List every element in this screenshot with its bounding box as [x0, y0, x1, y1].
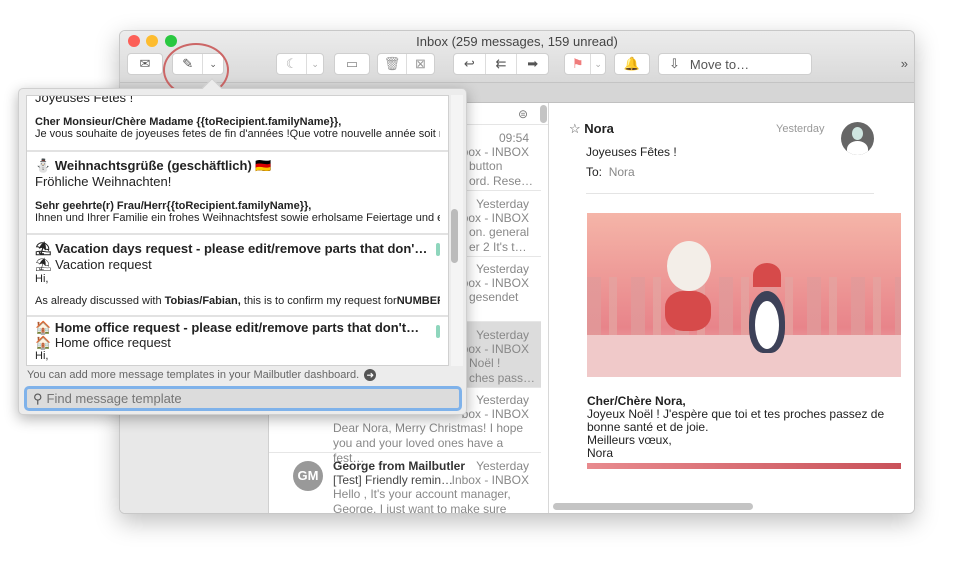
list-scrollbar[interactable]	[540, 105, 547, 123]
divider	[586, 193, 874, 194]
message-preview-text: Hello , It's your account manager, Georg…	[333, 486, 511, 514]
arrow-right-circle-icon[interactable]: ➜	[364, 369, 377, 381]
message-mailbox: box - INBOX	[461, 407, 529, 421]
template-item[interactable]: ⛱ Vacation days request - please edit/re…	[27, 235, 448, 317]
message-preview: ☆ Nora Yesterday Joyeuses Fêtes ! To: No…	[551, 103, 914, 513]
message-time: Yesterday	[476, 393, 529, 407]
holiday-illustration	[587, 213, 901, 377]
star-icon[interactable]: ☆	[569, 121, 584, 136]
template-search-input[interactable]	[46, 391, 437, 406]
template-item[interactable]: Joyeuses Fetes ! Cher Monsieur/Chère Mad…	[27, 96, 448, 152]
message-preview-text: Noël ! ches pass…	[469, 355, 536, 385]
filter-icon[interactable]: ⊜	[518, 107, 528, 121]
move-icon: ⇩	[669, 56, 680, 71]
window-title: Inbox (259 messages, 159 unread)	[416, 34, 618, 49]
message-subject: [Test] Friendly remin…	[333, 472, 454, 487]
flag-icon: ⚑	[571, 56, 584, 71]
recipient-line: To: Nora	[586, 165, 635, 179]
reply-group: ↩ ⇇ ➡	[453, 53, 549, 75]
forward-icon[interactable]: ➡	[517, 54, 548, 74]
template-scrollbar[interactable]	[451, 209, 458, 263]
get-mail-button[interactable]: ✉	[127, 53, 163, 75]
bell-icon: 🔔	[623, 56, 641, 71]
template-body: As already discussed with Tobias/Fabian,…	[35, 295, 440, 307]
notify-button[interactable]: 🔔	[614, 53, 650, 75]
message-time: Yesterday	[476, 262, 529, 276]
templates-footer: You can add more message templates in yo…	[27, 369, 377, 381]
house-icon: 🏠	[35, 320, 52, 335]
move-to-button[interactable]: ⇩ Move to…	[658, 53, 812, 75]
sender-avatar	[841, 122, 874, 155]
message-mailbox: box - INBOX	[461, 145, 529, 159]
archive-icon: ▭	[345, 56, 359, 71]
trash-icon: 🗑	[383, 56, 401, 71]
message-preview-text: on. general er 2 It's t…	[469, 224, 530, 254]
template-marker	[436, 325, 440, 338]
delete-button[interactable]: 🗑 ⊠	[377, 53, 435, 75]
message-time: Yesterday	[476, 327, 529, 342]
archive-button[interactable]: ▭	[334, 53, 370, 75]
chevron-down-icon: ⌄	[594, 58, 602, 69]
template-marker	[436, 243, 440, 256]
flag-button[interactable]: ⚑ ⌄	[564, 53, 606, 75]
snooze-button[interactable]: ☾ ⌄	[276, 53, 324, 75]
snowman-icon: ⛄	[35, 158, 52, 173]
message-time: Yesterday	[476, 196, 529, 211]
message-mailbox: box - INBOX	[461, 341, 529, 356]
template-item[interactable]: ⛄ Weihnachtsgrüße (geschäftlich) 🇩🇪 Fröh…	[27, 152, 448, 235]
toolbar-overflow-button[interactable]: »	[901, 56, 908, 71]
message-preview-text: gesendet	[469, 290, 519, 304]
message-body: Cher/Chère Nora, Joyeux Noël ! J'espère …	[587, 394, 885, 460]
sender-line: ☆ Nora	[569, 121, 614, 136]
message-sender: George from Mailbutler	[333, 458, 466, 473]
toolbar: Inbox (259 messages, 159 unread) ✉ ✎ ⌄ ☾ ⌄…	[120, 31, 914, 83]
snooze-moon-icon: ☾	[285, 56, 298, 71]
message-date: Yesterday	[776, 123, 825, 135]
message-mailbox: Inbox - INBOX	[451, 472, 529, 487]
message-row[interactable]: GM George from Mailbutler [Test] Friendly …	[269, 453, 541, 514]
template-salutation: Hi,	[35, 350, 49, 362]
junk-icon: ⊠	[415, 56, 426, 71]
message-subject: Joyeuses Fêtes !	[586, 145, 677, 159]
reply-icon[interactable]: ↩	[454, 54, 485, 74]
chevron-down-icon: ⌄	[311, 58, 319, 69]
envelope-icon: ✉	[139, 56, 151, 71]
message-time: 09:54	[498, 131, 529, 145]
signature-bar	[587, 463, 901, 469]
german-flag-icon: 🇩🇪	[255, 158, 272, 173]
preview-hscrollbar[interactable]	[553, 503, 753, 510]
template-list: Joyeuses Fetes ! Cher Monsieur/Chère Mad…	[26, 95, 449, 366]
message-time: Yesterday	[476, 458, 529, 473]
message-mailbox: box - INBOX	[461, 276, 529, 290]
templates-popover: Joyeuses Fetes ! Cher Monsieur/Chère Mad…	[18, 78, 467, 415]
beach-umbrella-icon: ⛱	[35, 241, 52, 256]
template-item[interactable]: 🏠 Home office request - please edit/remo…	[27, 317, 448, 365]
avatar: GM	[293, 460, 323, 491]
message-mailbox: box - INBOX	[461, 210, 529, 225]
search-icon: ⚲	[33, 390, 43, 406]
reply-all-icon[interactable]: ⇇	[486, 54, 517, 74]
message-preview-text: button ord. Rese…	[469, 159, 534, 188]
template-search[interactable]: ⚲	[24, 386, 462, 411]
